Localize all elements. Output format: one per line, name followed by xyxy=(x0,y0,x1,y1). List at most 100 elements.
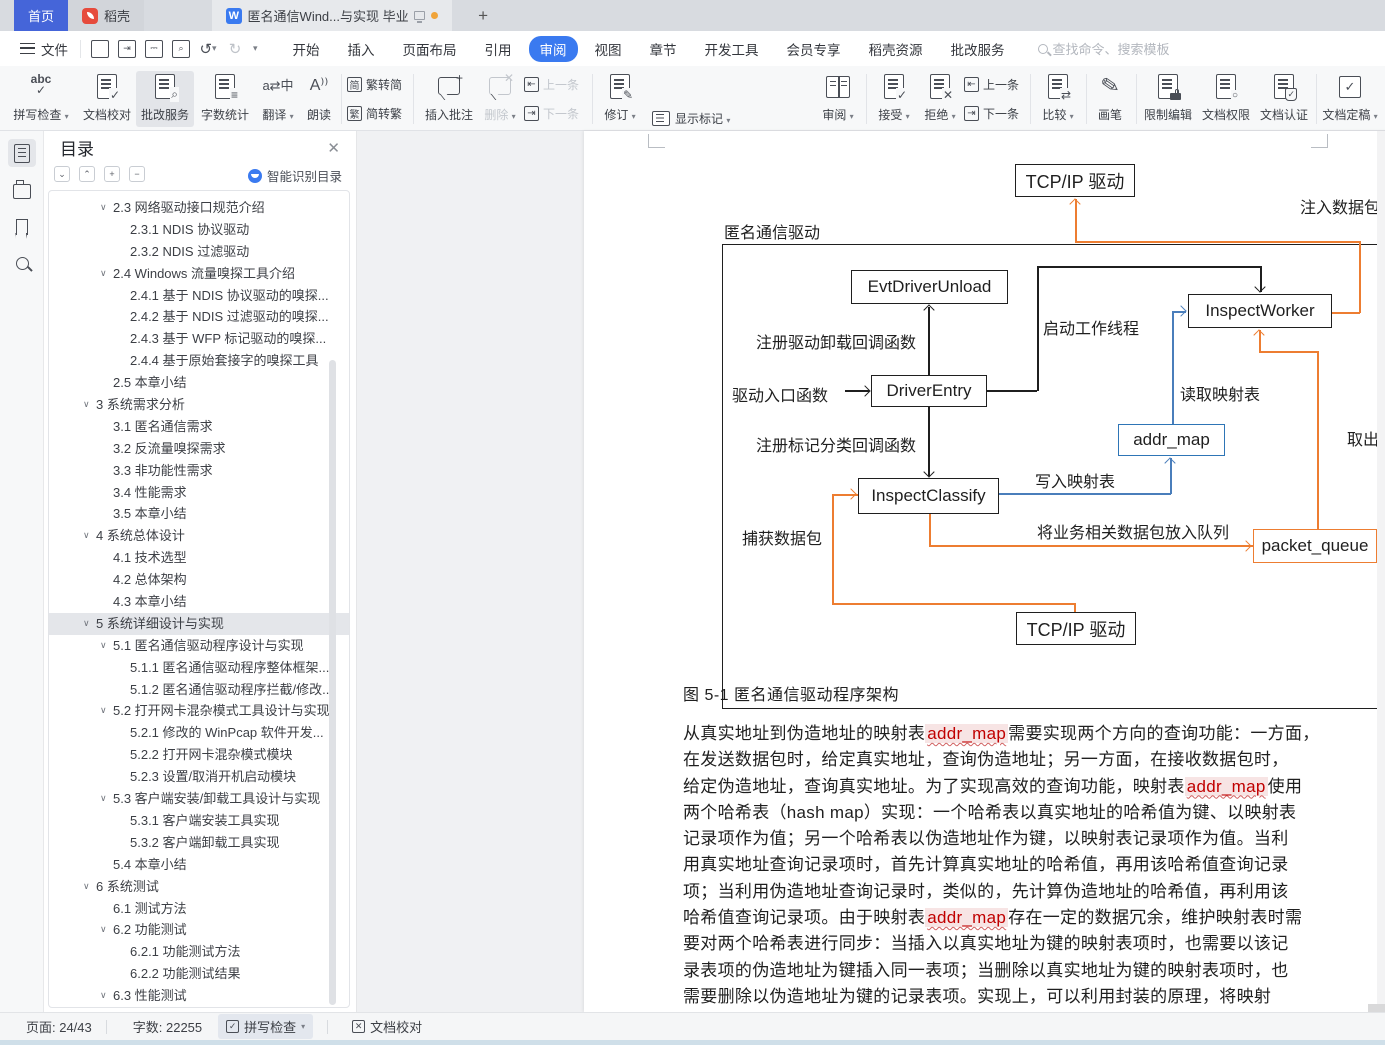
spell-check-status-button[interactable]: ✓ 拼写检查 ▾ xyxy=(218,1014,313,1039)
chevron-down-icon[interactable]: ∨ xyxy=(100,197,107,219)
menu-tab-章节[interactable]: 章节 xyxy=(639,36,688,62)
menu-tab-稻壳资源[interactable]: 稻壳资源 xyxy=(858,36,934,62)
toc-item[interactable]: 4.3 本章小结 xyxy=(49,591,349,613)
smart-toc-button[interactable]: 智能识别目录 xyxy=(248,166,342,185)
toc-item[interactable]: 6.1 测试方法 xyxy=(49,898,349,920)
menu-tab-会员专享[interactable]: 会员专享 xyxy=(776,36,852,62)
expand-all-button[interactable]: ⌄ xyxy=(54,166,70,182)
close-icon[interactable]: ✕ xyxy=(327,139,340,157)
toc-item[interactable]: 2.4.2 基于 NDIS 过滤驱动的嗅探... xyxy=(49,306,349,328)
toc-item[interactable]: 3.4 性能需求 xyxy=(49,482,349,504)
next-comment-button[interactable]: ⇥下一条 xyxy=(524,103,579,123)
collapse-all-button[interactable]: ⌃ xyxy=(79,166,95,182)
menu-tab-插入[interactable]: 插入 xyxy=(337,36,386,62)
export-icon[interactable]: ⇥ xyxy=(118,40,136,58)
toc-item[interactable]: ∨6.3 性能测试 xyxy=(49,985,349,1007)
toc-item[interactable]: 2.4.3 基于 WFP 标记驱动的嗅探... xyxy=(49,328,349,350)
menu-tab-开发工具[interactable]: 开发工具 xyxy=(694,36,770,62)
translate-button[interactable]: a⇄中 翻译 ▾ xyxy=(256,71,300,127)
toc-item[interactable]: 4.1 技术选型 xyxy=(49,547,349,569)
chevron-down-icon[interactable]: ∨ xyxy=(83,525,90,547)
toc-item[interactable]: ∨5.2 打开网卡混杂模式工具设计与实现 xyxy=(49,700,349,722)
tab-home[interactable]: 首页 xyxy=(14,0,68,31)
trad-to-simp-button[interactable]: 简繁转简 xyxy=(347,74,402,94)
command-search[interactable]: 查找命令、搜索模板 xyxy=(1038,39,1170,58)
toc-item[interactable]: ∨3 系统需求分析 xyxy=(49,394,349,416)
menu-tab-审阅[interactable]: 审阅 xyxy=(529,36,578,62)
toc-item[interactable]: ∨5 系统详细设计与实现 xyxy=(49,613,349,635)
chevron-down-icon[interactable]: ∨ xyxy=(100,700,107,722)
restrict-edit-button[interactable]: 限制编辑 xyxy=(1140,71,1196,127)
simp-to-trad-button[interactable]: 繁简转繁 xyxy=(347,103,402,123)
toc-item[interactable]: 5.2.2 打开网卡混杂模式模块 xyxy=(49,744,349,766)
doc-proof-status-button[interactable]: ✕ 文档校对 xyxy=(344,1014,430,1039)
toc-item[interactable]: ∨6 系统测试 xyxy=(49,876,349,898)
toc-item[interactable]: 5.1.1 匿名通信驱动程序整体框架... xyxy=(49,657,349,679)
prev-comment-button[interactable]: ⇤上一条 xyxy=(524,74,579,94)
customize-toolbar-icon[interactable]: ▾ xyxy=(253,43,258,54)
print-icon[interactable]: ⎓ xyxy=(145,40,163,58)
toc-item[interactable]: 3.2 反流量嗅探需求 xyxy=(49,438,349,460)
ink-button[interactable]: ✎ 画笔 xyxy=(1090,71,1130,127)
find-panel-button[interactable] xyxy=(8,249,36,277)
toc-item[interactable]: 5.4 本章小结 xyxy=(49,854,349,876)
chevron-down-icon[interactable]: ∨ xyxy=(100,919,107,941)
accept-button[interactable]: 接受 ▾ xyxy=(872,71,916,127)
toc-item[interactable]: 3.5 本章小结 xyxy=(49,503,349,525)
chevron-down-icon[interactable]: ∨ xyxy=(100,635,107,657)
toc-item[interactable]: 5.3.2 客户端卸载工具实现 xyxy=(49,832,349,854)
toc-item[interactable]: ∨5.1 匿名通信驱动程序设计与实现 xyxy=(49,635,349,657)
doc-final-button[interactable]: ✓ 文档定稿 ▾ xyxy=(1318,71,1382,127)
toc-item[interactable]: 5.1.2 匿名通信驱动程序拦截/修改... xyxy=(49,679,349,701)
word-count-button[interactable]: 字数统计 xyxy=(196,71,254,127)
toc-scrollbar[interactable] xyxy=(329,360,336,1005)
toc-item[interactable]: 6.2.1 功能测试方法 xyxy=(49,941,349,963)
toc-item[interactable]: 6.2.2 功能测试结果 xyxy=(49,963,349,985)
reject-button[interactable]: 拒绝 ▾ xyxy=(918,71,962,127)
toc-item[interactable]: 4.2 总体架构 xyxy=(49,569,349,591)
toc-item[interactable]: 3.1 匿名通信需求 xyxy=(49,416,349,438)
toc-item[interactable]: ∨5.3 客户端安装/卸载工具设计与实现 xyxy=(49,788,349,810)
file-menu-button[interactable]: 文件 xyxy=(0,39,80,59)
doc-proof-button[interactable]: 文档校对 xyxy=(78,71,136,127)
show-markup-button[interactable]: 显示标记 ▾ xyxy=(652,107,730,129)
tab-document[interactable]: W 匿名通信Wind...与实现 毕业论文 xyxy=(212,0,452,31)
toc-item[interactable]: 2.3.2 NDIS 过滤驱动 xyxy=(49,241,349,263)
toc-item[interactable]: 2.4.4 基于原始套接字的嗅探工具 xyxy=(49,350,349,372)
chevron-down-icon[interactable]: ∨ xyxy=(100,788,107,810)
delete-comment-button[interactable]: 删除 ▾ xyxy=(479,71,521,127)
next-change-button[interactable]: ⇥下一条 xyxy=(964,103,1019,123)
collapse-level-button[interactable]: − xyxy=(129,166,145,182)
prev-change-button[interactable]: ⇤上一条 xyxy=(964,74,1019,94)
expand-level-button[interactable]: + xyxy=(104,166,120,182)
toc-item[interactable]: 5.2.3 设置/取消开机启动模块 xyxy=(49,766,349,788)
menu-tab-引用[interactable]: 引用 xyxy=(474,36,523,62)
toc-item[interactable]: ∨2.3 网络驱动接口规范介绍 xyxy=(49,197,349,219)
toc-item[interactable]: ∨4 系统总体设计 xyxy=(49,525,349,547)
chevron-down-icon[interactable]: ∨ xyxy=(100,263,107,285)
toc-item[interactable]: 2.5 本章小结 xyxy=(49,372,349,394)
toc-item[interactable]: ∨2.4 Windows 流量嗅探工具介绍 xyxy=(49,263,349,285)
tab-docer[interactable]: 稻壳 xyxy=(68,0,144,31)
new-tab-button[interactable]: + xyxy=(468,0,498,31)
toc-item[interactable]: 5.3.1 客户端安装工具实现 xyxy=(49,810,349,832)
doc-auth-button[interactable]: 文档认证 xyxy=(1256,71,1312,127)
insert-comment-button[interactable]: 插入批注 xyxy=(421,71,477,127)
redo-icon[interactable]: ↻ xyxy=(226,40,244,58)
toc-item[interactable]: 5.2.1 修改的 WinPcap 软件开发... xyxy=(49,722,349,744)
menu-tab-开始[interactable]: 开始 xyxy=(282,36,331,62)
document-scrollbar[interactable] xyxy=(1377,131,1385,1012)
chevron-down-icon[interactable]: ∨ xyxy=(83,394,90,416)
spell-check-button[interactable]: abc✓ 拼写检查 ▾ xyxy=(8,71,74,127)
chevron-down-icon[interactable]: ∨ xyxy=(83,613,90,635)
menu-tab-批改服务[interactable]: 批改服务 xyxy=(940,36,1016,62)
read-aloud-button[interactable]: A⁾⁾ 朗读 xyxy=(300,71,338,127)
review-pane-button[interactable]: 审阅 ▾ xyxy=(816,71,860,127)
undo-icon[interactable]: ↺▾ xyxy=(199,40,217,58)
save-icon[interactable] xyxy=(91,40,109,58)
chapter-panel-button[interactable] xyxy=(8,177,36,205)
bookmark-panel-button[interactable] xyxy=(8,213,36,241)
toc-item[interactable]: ∨6.2 功能测试 xyxy=(49,919,349,941)
menu-tab-页面布局[interactable]: 页面布局 xyxy=(392,36,468,62)
chevron-down-icon[interactable]: ∨ xyxy=(83,876,90,898)
